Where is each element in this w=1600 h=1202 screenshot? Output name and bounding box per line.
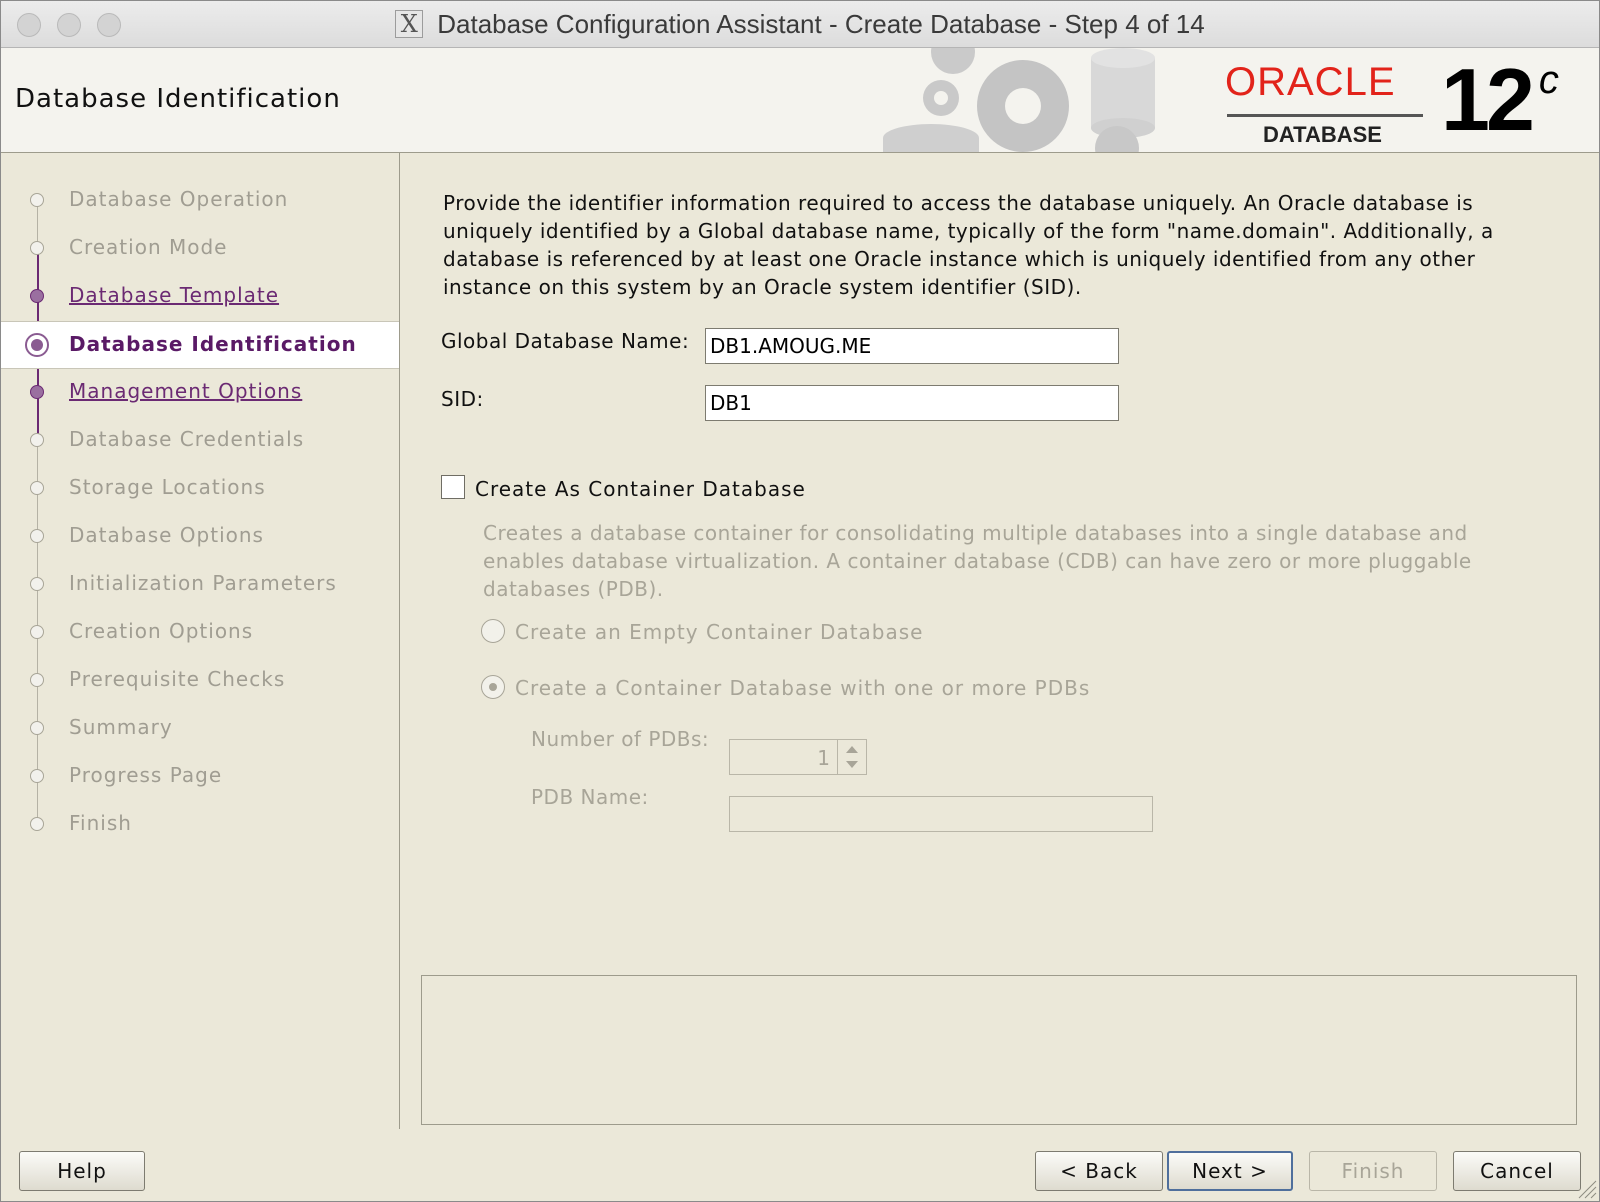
nav-step-label: Creation Mode xyxy=(69,235,228,259)
nav-step-storage-locations: Storage Locations xyxy=(1,465,399,511)
step-indicator-icon xyxy=(30,529,44,543)
nav-step-finish: Finish xyxy=(1,801,399,847)
create-container-database-checkbox[interactable] xyxy=(441,475,465,499)
page-title: Database Identification xyxy=(15,84,341,114)
step-indicator-icon xyxy=(30,769,44,783)
step-indicator-icon xyxy=(30,193,44,207)
x11-app-icon: X xyxy=(395,10,424,38)
create-container-database-label[interactable]: Create As Container Database xyxy=(475,477,806,501)
title-bar: X Database Configuration Assistant - Cre… xyxy=(1,1,1599,48)
empty-container-radio[interactable] xyxy=(481,619,505,643)
nav-step-database-options: Database Options xyxy=(1,513,399,559)
version-number: 12 xyxy=(1441,50,1535,149)
window-title: Database Configuration Assistant - Creat… xyxy=(437,8,1205,39)
nav-step-label: Finish xyxy=(69,811,132,835)
nav-step-label: Database Identification xyxy=(69,332,357,356)
step-indicator-icon xyxy=(25,333,49,357)
title-wrap: X Database Configuration Assistant - Cre… xyxy=(1,1,1599,47)
step-indicator-icon xyxy=(30,577,44,591)
pdb-name-field[interactable] xyxy=(729,796,1153,832)
logo-rule xyxy=(1227,114,1423,117)
nav-step-summary: Summary xyxy=(1,705,399,751)
oracle-wordmark: ORACLE xyxy=(1225,60,1396,104)
nav-step-label: Prerequisite Checks xyxy=(69,667,286,691)
nav-step-database-credentials: Database Credentials xyxy=(1,417,399,463)
number-of-pdbs-field[interactable]: 1 xyxy=(729,739,839,775)
nav-step-label: Storage Locations xyxy=(69,475,266,499)
step-indicator-icon xyxy=(30,481,44,495)
version-suffix: c xyxy=(1538,58,1559,102)
global-database-name-label: Global Database Name: xyxy=(441,329,690,353)
stepper-down-icon[interactable] xyxy=(846,761,858,768)
nav-step-creation-options: Creation Options xyxy=(1,609,399,655)
next-button[interactable]: Next > xyxy=(1167,1151,1293,1191)
oracle-logo: ORACLE DATABASE xyxy=(1225,60,1435,147)
version-badge: 12 c xyxy=(1441,56,1559,144)
resize-grip-icon[interactable] xyxy=(1575,1177,1597,1199)
main-content: Provide the identifier information requi… xyxy=(401,153,1599,1129)
nav-step-label: Creation Options xyxy=(69,619,254,643)
container-with-pdbs-radio[interactable] xyxy=(481,675,505,699)
cancel-button[interactable]: Cancel xyxy=(1453,1151,1581,1191)
nav-step-label: Initialization Parameters xyxy=(69,571,337,595)
number-of-pdbs-label: Number of PDBs: xyxy=(531,727,710,751)
nav-step-progress-page: Progress Page xyxy=(1,753,399,799)
step-indicator-icon xyxy=(30,721,44,735)
container-description: Creates a database container for consoli… xyxy=(483,521,1472,601)
oracle-database-label: DATABASE xyxy=(1263,122,1382,147)
nav-step-creation-mode: Creation Mode xyxy=(1,225,399,271)
step-navigator: Database Operation Creation Mode Database … xyxy=(1,153,400,1129)
finish-button[interactable]: Finish xyxy=(1309,1151,1437,1191)
sid-label: SID: xyxy=(441,387,484,411)
help-button[interactable]: Help xyxy=(19,1151,145,1191)
back-button[interactable]: < Back xyxy=(1035,1151,1163,1191)
pdb-name-label: PDB Name: xyxy=(531,785,649,809)
nav-step-database-template[interactable]: Database Template xyxy=(1,273,399,319)
dbca-window: X Database Configuration Assistant - Cre… xyxy=(0,0,1600,1202)
step-indicator-icon xyxy=(30,673,44,687)
step-indicator-icon xyxy=(30,385,44,399)
number-of-pdbs-stepper[interactable] xyxy=(837,739,867,775)
nav-step-label: Database Credentials xyxy=(69,427,305,451)
nav-step-label: Progress Page xyxy=(69,763,223,787)
empty-container-label[interactable]: Create an Empty Container Database xyxy=(515,620,923,644)
nav-step-database-identification[interactable]: Database Identification xyxy=(1,321,399,369)
gears-decoration-icon xyxy=(883,48,1155,152)
nav-step-database-operation: Database Operation xyxy=(1,177,399,223)
container-with-pdbs-label[interactable]: Create a Container Database with one or … xyxy=(515,676,1090,700)
sid-field[interactable] xyxy=(705,385,1119,421)
nav-step-label: Database Operation xyxy=(69,187,289,211)
step-indicator-icon xyxy=(30,433,44,447)
nav-step-prerequisite-checks: Prerequisite Checks xyxy=(1,657,399,703)
nav-step-label: Summary xyxy=(69,715,173,739)
nav-step-label[interactable]: Database Template xyxy=(69,283,279,307)
nav-step-management-options[interactable]: Management Options xyxy=(1,369,399,415)
message-area xyxy=(421,975,1577,1125)
intro-text: Provide the identifier information requi… xyxy=(443,191,1494,299)
nav-step-initialization-parameters: Initialization Parameters xyxy=(1,561,399,607)
step-indicator-icon xyxy=(30,289,44,303)
global-database-name-field[interactable] xyxy=(705,328,1119,364)
nav-step-label: Database Options xyxy=(69,523,264,547)
step-indicator-icon xyxy=(30,625,44,639)
header-banner: Database Identification ORACLE DATABASE … xyxy=(1,48,1599,153)
stepper-up-icon[interactable] xyxy=(846,746,858,753)
step-indicator-icon xyxy=(30,817,44,831)
nav-step-label[interactable]: Management Options xyxy=(69,379,302,403)
step-indicator-icon xyxy=(30,241,44,255)
